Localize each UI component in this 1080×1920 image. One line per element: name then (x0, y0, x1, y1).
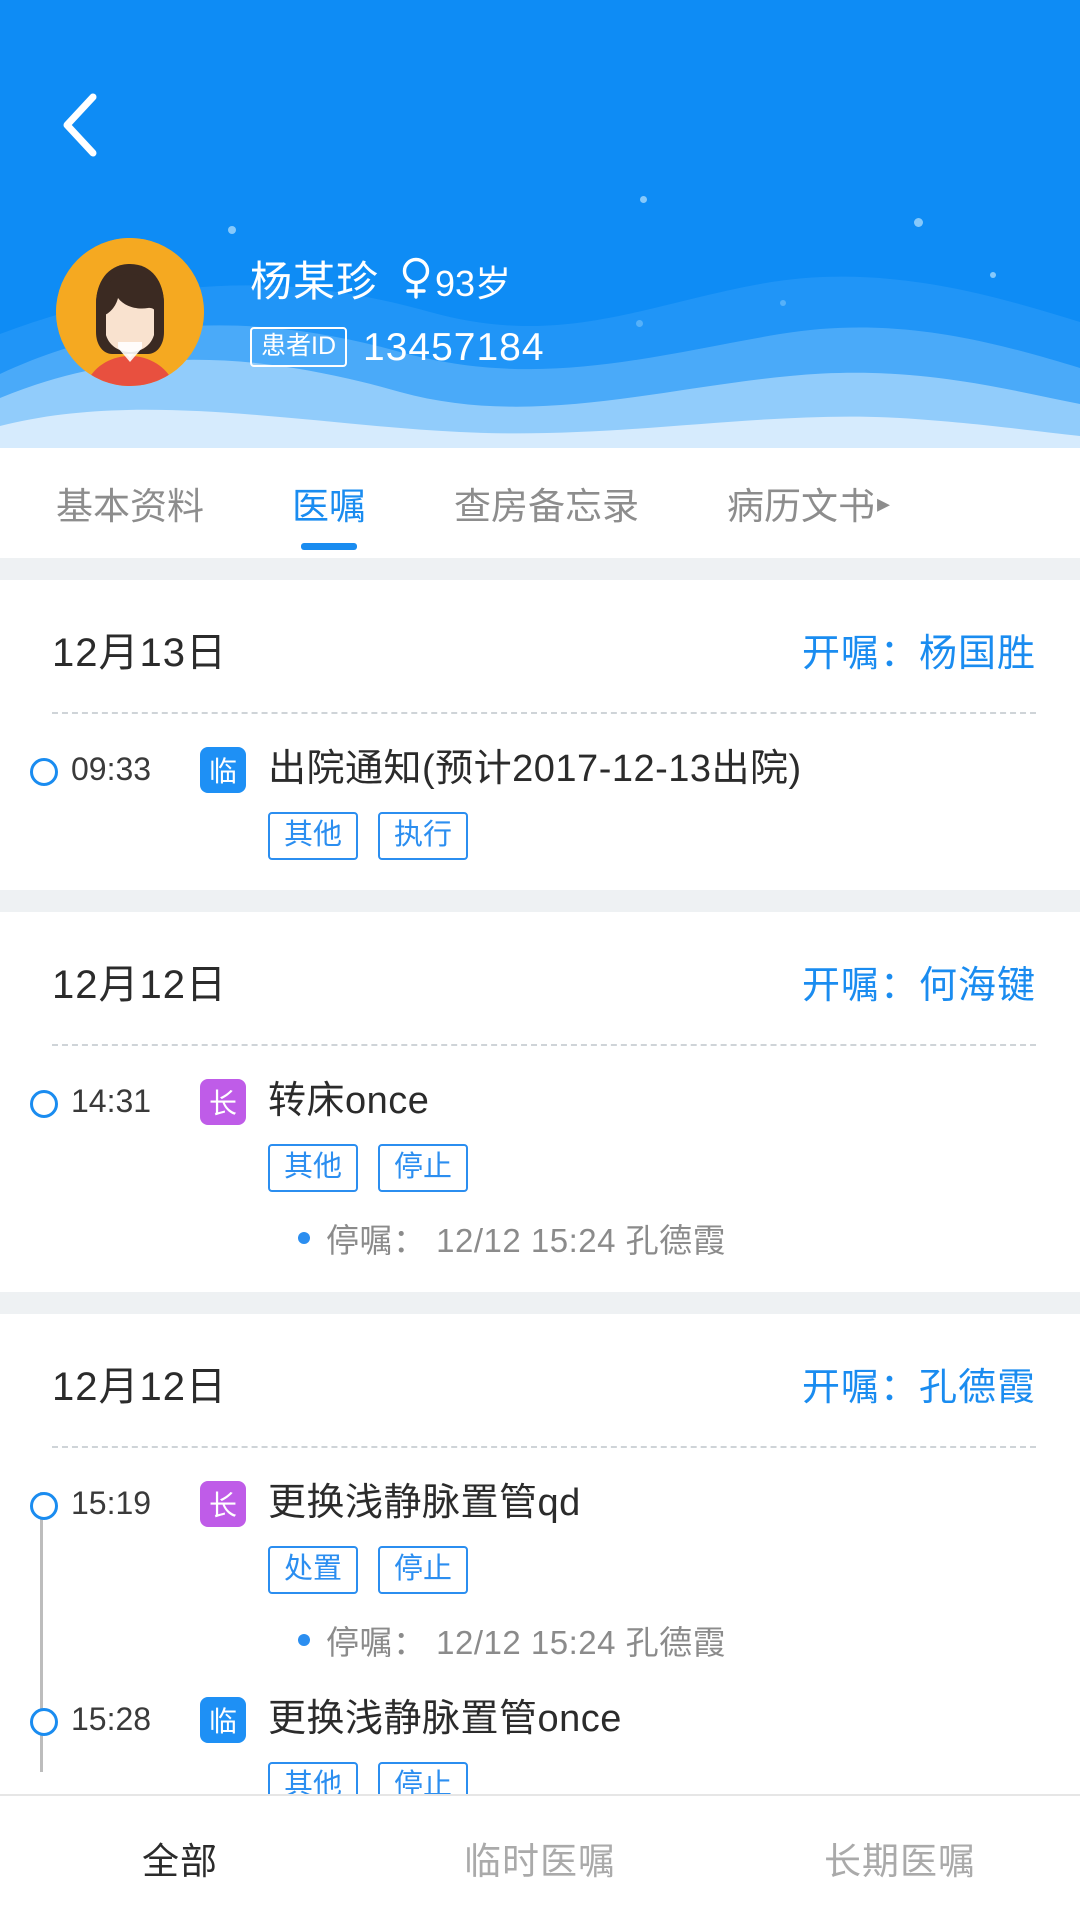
order-name: 转床once (268, 1080, 430, 1122)
order-type-badge: 临 (200, 747, 246, 793)
filter-temporary-orders[interactable]: 临时医嘱 (360, 1831, 720, 1885)
timeline-dot-icon (30, 758, 58, 786)
timeline-dot-icon (30, 1708, 58, 1736)
order-card-header: 12月12日 开嘱：何海键 (0, 912, 1080, 1044)
female-symbol-icon (401, 256, 431, 300)
tab-label: 查房备忘录 (454, 486, 639, 527)
order-timeline: 15:28 (30, 1694, 200, 1744)
order-type-badge: 临 (200, 1697, 246, 1743)
tab-label: 医嘱 (292, 486, 366, 527)
patient-id-value: 13457184 (363, 325, 545, 369)
order-card-header: 12月12日 开嘱：孔德霞 (0, 1314, 1080, 1446)
order-time: 14:31 (71, 1083, 152, 1119)
order-tag[interactable]: 处置 (268, 1546, 359, 1594)
list-spacer (0, 1292, 1080, 1314)
order-name: 更换浅静脉置管once (268, 1698, 622, 1740)
patient-id-label: 患者ID (250, 327, 348, 367)
list-spacer (0, 890, 1080, 912)
order-tag[interactable]: 执行 (378, 812, 469, 860)
order-item[interactable]: 14:31 长 转床once 其他 停止 停嘱： 12/12 15:24 孔德霞 (0, 1076, 1080, 1262)
back-button[interactable] (44, 88, 118, 162)
order-card-date: 12月13日 (52, 631, 227, 675)
order-card-doctor: 开嘱：杨国胜 (801, 632, 1036, 675)
order-tag[interactable]: 其他 (268, 1144, 359, 1192)
tab-label: 基本资料 (56, 486, 204, 527)
order-tag[interactable]: 停止 (378, 1144, 469, 1192)
bullet-icon (298, 1232, 310, 1244)
order-tags: 其他 停止 (268, 1762, 1036, 1794)
chevron-left-icon (59, 91, 103, 159)
timeline-dot-icon (30, 1492, 58, 1520)
patient-name-row: 杨某珍 93岁 (250, 252, 545, 303)
order-time: 09:33 (71, 751, 152, 787)
patient-id-row: 患者ID 13457184 (250, 327, 545, 367)
order-card-items: 15:19 长 更换浅静脉置管qd 处置 停止 停嘱： 12/12 15:24 … (0, 1448, 1080, 1794)
order-name: 更换浅静脉置管qd (268, 1482, 581, 1524)
order-card-date: 12月12日 (52, 1365, 227, 1409)
order-type-badge: 长 (200, 1481, 246, 1527)
order-time: 15:19 (71, 1485, 152, 1521)
order-item[interactable]: 15:28 临 更换浅静脉置管once 其他 停止 停嘱 (0, 1694, 1080, 1794)
orders-list[interactable]: 12月13日 开嘱：杨国胜 09:33 临 出院通知(预计2017-12-13出… (0, 558, 1080, 1794)
order-card-doctor: 开嘱：何海键 (801, 964, 1036, 1007)
patient-name: 杨某珍 (250, 258, 380, 305)
order-tags: 其他 停止 (268, 1144, 1036, 1192)
filter-all[interactable]: 全部 (0, 1831, 360, 1885)
order-tags: 其他 执行 (268, 812, 1036, 860)
order-tag[interactable]: 停止 (378, 1762, 469, 1794)
list-spacer (0, 558, 1080, 580)
patient-summary[interactable]: 杨某珍 93岁 患者ID 13457184 (56, 238, 545, 386)
avatar (56, 238, 204, 386)
order-card-doctor: 开嘱：孔德霞 (801, 1366, 1036, 1409)
order-timeline: 14:31 (30, 1076, 200, 1126)
order-card-items: 14:31 长 转床once 其他 停止 停嘱： 12/12 15:24 孔德霞 (0, 1046, 1080, 1292)
order-card-date: 12月12日 (52, 963, 227, 1007)
order-card[interactable]: 12月13日 开嘱：杨国胜 09:33 临 出院通知(预计2017-12-13出… (0, 580, 1080, 890)
order-item[interactable]: 09:33 临 出院通知(预计2017-12-13出院) 其他 执行 (0, 744, 1080, 860)
tab-rounds-memo[interactable]: 查房备忘录 (454, 448, 639, 558)
order-name: 出院通知(预计2017-12-13出院) (268, 748, 802, 790)
order-details: 长 更换浅静脉置管qd 处置 停止 停嘱： 12/12 15:24 孔德霞 (200, 1478, 1036, 1664)
order-item[interactable]: 15:19 长 更换浅静脉置管qd 处置 停止 停嘱： 12/12 15:24 … (0, 1478, 1080, 1664)
order-type-badge: 长 (200, 1079, 246, 1125)
order-note-text: 停嘱： 12/12 15:24 孔德霞 (326, 1222, 727, 1259)
order-note-text: 停嘱： 12/12 15:24 孔德霞 (326, 1624, 727, 1661)
order-filter-bar: 全部 临时医嘱 长期医嘱 (0, 1794, 1080, 1920)
order-card[interactable]: 12月12日 开嘱：孔德霞 15:19 长 更换浅静脉置管qd 处置 停止 停嘱… (0, 1314, 1080, 1794)
order-time: 15:28 (71, 1701, 152, 1737)
order-card-items: 09:33 临 出院通知(预计2017-12-13出院) 其他 执行 (0, 714, 1080, 890)
order-details: 临 出院通知(预计2017-12-13出院) 其他 执行 (200, 744, 1036, 860)
order-tag[interactable]: 停止 (378, 1546, 469, 1594)
order-details: 临 更换浅静脉置管once 其他 停止 停嘱： 12/12 15:24 孔德霞 (200, 1694, 1036, 1794)
chevron-right-icon: ▸ (877, 488, 891, 518)
order-card-header: 12月13日 开嘱：杨国胜 (0, 580, 1080, 712)
tab-medical-records[interactable]: 病历文书 ▸ (727, 448, 890, 558)
tab-orders[interactable]: 医嘱 (292, 448, 366, 558)
order-tag[interactable]: 其他 (268, 812, 359, 860)
order-details: 长 转床once 其他 停止 停嘱： 12/12 15:24 孔德霞 (200, 1076, 1036, 1262)
order-stop-note: 停嘱： 12/12 15:24 孔德霞 (298, 1616, 1036, 1664)
filter-long-term-orders[interactable]: 长期医嘱 (720, 1831, 1080, 1885)
patient-orders-screen: 杨某珍 93岁 患者ID 13457184 基本资料 医嘱 查房备忘录 病历文书… (0, 0, 1080, 1920)
patient-age: 93岁 (435, 263, 512, 304)
timeline-dot-icon (30, 1090, 58, 1118)
patient-header: 杨某珍 93岁 患者ID 13457184 (0, 0, 1080, 448)
order-timeline: 15:19 (30, 1478, 200, 1528)
section-tabbar: 基本资料 医嘱 查房备忘录 病历文书 ▸ (0, 448, 1080, 558)
order-card[interactable]: 12月12日 开嘱：何海键 14:31 长 转床once 其他 停止 停嘱： 1… (0, 912, 1080, 1292)
tab-label: 病历文书 (727, 486, 875, 527)
order-stop-note: 停嘱： 12/12 15:24 孔德霞 (298, 1214, 1036, 1262)
tab-basic-info[interactable]: 基本资料 (56, 448, 204, 558)
order-tag[interactable]: 其他 (268, 1762, 359, 1794)
bullet-icon (298, 1634, 310, 1646)
order-timeline: 09:33 (30, 744, 200, 794)
order-tags: 处置 停止 (268, 1546, 1036, 1594)
